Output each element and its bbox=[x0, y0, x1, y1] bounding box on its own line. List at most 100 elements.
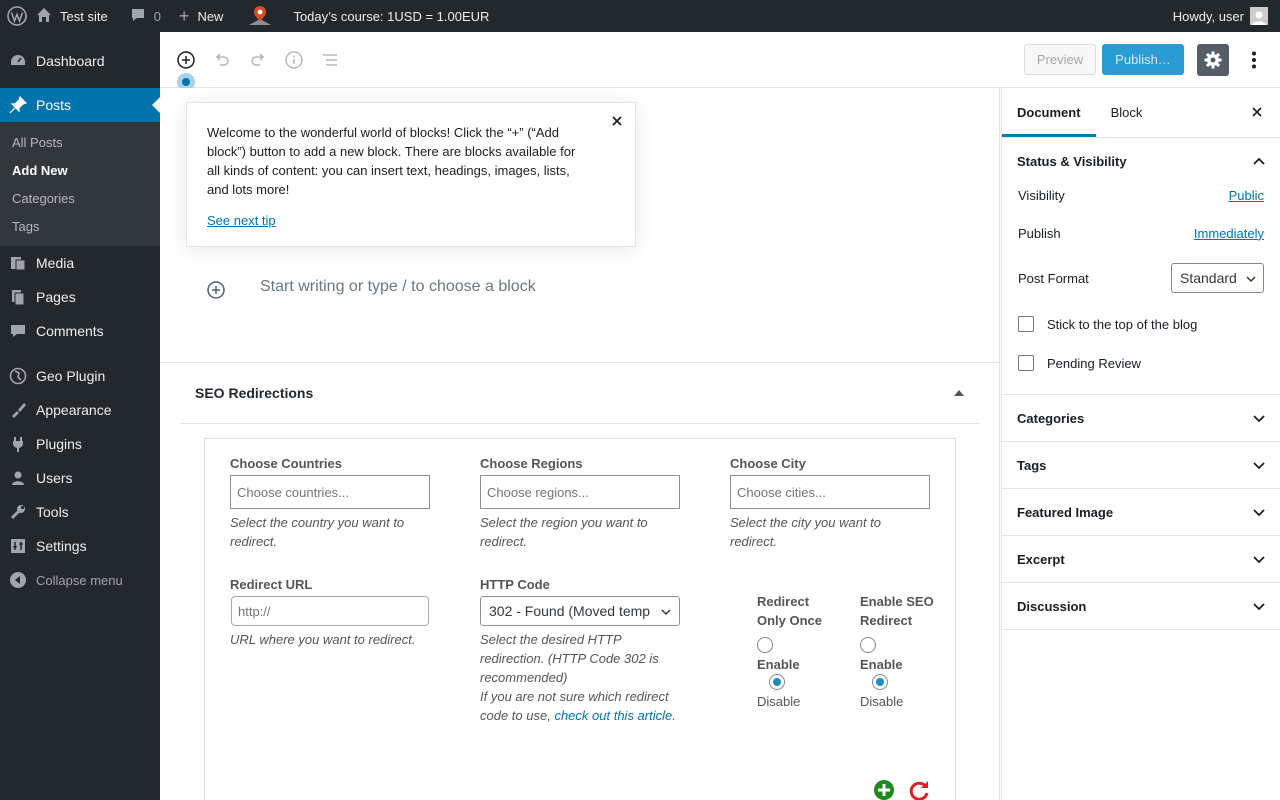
collapse-triangle-icon[interactable] bbox=[954, 390, 964, 396]
sidebar-label-settings: Settings bbox=[36, 538, 87, 554]
publish-row: Publish Immediately bbox=[1002, 214, 1280, 252]
sidebar-item-posts[interactable]: Posts bbox=[0, 88, 160, 122]
city-input[interactable]: Choose cities... bbox=[730, 475, 930, 509]
redirect-once-disable-label: Disable bbox=[757, 694, 801, 709]
regions-field: Choose Regions Choose regions... Select … bbox=[480, 455, 680, 551]
geo-plugin-icon bbox=[9, 367, 27, 385]
sidebar-label-users: Users bbox=[36, 470, 73, 486]
my-account-link[interactable]: Howdy, user bbox=[1173, 0, 1268, 32]
categories-header[interactable]: Categories bbox=[1002, 395, 1280, 441]
featured-image-title: Featured Image bbox=[1017, 504, 1114, 520]
chevron-down-icon bbox=[1252, 552, 1266, 569]
http-code-label: HTTP Code bbox=[480, 577, 550, 592]
discussion-header[interactable]: Discussion bbox=[1002, 583, 1280, 629]
visibility-value-link[interactable]: Public bbox=[1229, 188, 1264, 203]
stick-top-label[interactable]: Stick to the top of the blog bbox=[1047, 317, 1197, 332]
featured-image-header[interactable]: Featured Image bbox=[1002, 489, 1280, 535]
add-block-button[interactable] bbox=[174, 48, 198, 72]
appearance-icon bbox=[9, 401, 27, 419]
sidebar-item-plugins[interactable]: Plugins bbox=[0, 427, 160, 461]
sidebar-label-geo-plugin: Geo Plugin bbox=[36, 368, 106, 384]
sidebar-item-geo-plugin[interactable]: Geo Plugin bbox=[0, 359, 160, 393]
redirect-once-enable-radio[interactable] bbox=[757, 637, 773, 653]
post-format-label: Post Format bbox=[1018, 270, 1089, 286]
check-article-link[interactable]: check out this article bbox=[554, 708, 672, 723]
plus-circle-icon bbox=[207, 281, 225, 299]
editor-toolbar: Preview Publish… bbox=[160, 32, 1280, 91]
close-sidebar-button[interactable] bbox=[1250, 105, 1266, 121]
more-tools-button[interactable] bbox=[1242, 48, 1266, 72]
sidebar-item-settings[interactable]: Settings bbox=[0, 529, 160, 563]
sidebar-item-appearance[interactable]: Appearance bbox=[0, 393, 160, 427]
content-info-button[interactable] bbox=[282, 48, 306, 72]
submenu-categories[interactable]: Categories bbox=[0, 184, 160, 212]
sidebar-item-media[interactable]: Media bbox=[0, 246, 160, 280]
wordpress-logo-icon[interactable] bbox=[0, 0, 34, 32]
site-name-link[interactable]: Test site bbox=[36, 0, 108, 32]
add-redirect-icon[interactable] bbox=[873, 779, 895, 800]
sidebar-item-comments[interactable]: Comments bbox=[0, 314, 160, 348]
collapse-arrow-icon bbox=[9, 571, 27, 589]
geo-plugin-adminbar-icon[interactable] bbox=[247, 0, 273, 32]
visibility-label: Visibility bbox=[1018, 187, 1065, 203]
chevron-up-icon bbox=[1252, 154, 1266, 171]
sidebar-label-tools: Tools bbox=[36, 504, 69, 520]
settings-toggle-button[interactable] bbox=[1197, 44, 1229, 76]
settings-icon bbox=[9, 537, 27, 555]
collapse-menu-button[interactable]: Collapse menu bbox=[0, 563, 160, 597]
seo-redirections-header[interactable]: SEO Redirections bbox=[180, 363, 980, 424]
countries-input[interactable]: Choose countries... bbox=[230, 475, 430, 509]
sidebar-label-media: Media bbox=[36, 255, 75, 271]
pending-review-label[interactable]: Pending Review bbox=[1047, 356, 1141, 371]
reset-redirect-icon[interactable] bbox=[907, 779, 931, 800]
seo-redirect-disable-radio[interactable] bbox=[872, 674, 888, 690]
tags-header[interactable]: Tags bbox=[1002, 442, 1280, 488]
publish-date-link[interactable]: Immediately bbox=[1194, 226, 1264, 241]
chevron-down-icon bbox=[1252, 599, 1266, 616]
media-icon bbox=[9, 254, 27, 272]
sidebar-item-dashboard[interactable]: Dashboard bbox=[0, 44, 160, 78]
http-code-select[interactable]: 302 - Found (Moved temp bbox=[480, 596, 680, 626]
excerpt-title: Excerpt bbox=[1017, 551, 1065, 567]
undo-button[interactable] bbox=[210, 48, 234, 72]
city-description: Select the city you want to redirect. bbox=[730, 515, 882, 549]
submenu-add-new[interactable]: Add New bbox=[0, 156, 160, 184]
see-next-tip-link[interactable]: See next tip bbox=[207, 211, 276, 230]
sidebar-item-tools[interactable]: Tools bbox=[0, 495, 160, 529]
comment-bubble-icon bbox=[130, 7, 146, 26]
close-icon bbox=[1252, 107, 1262, 117]
sidebar-item-users[interactable]: Users bbox=[0, 461, 160, 495]
regions-input[interactable]: Choose regions... bbox=[480, 475, 680, 509]
submenu-tags[interactable]: Tags bbox=[0, 212, 160, 240]
post-format-select[interactable]: Standard bbox=[1171, 263, 1264, 293]
seo-redirect-group: Enable SEO Redirect Enable Disable bbox=[860, 592, 940, 711]
http-code-desc-end: . bbox=[672, 708, 676, 723]
tab-document[interactable]: Document bbox=[1002, 88, 1096, 137]
excerpt-header[interactable]: Excerpt bbox=[1002, 536, 1280, 582]
tab-block[interactable]: Block bbox=[1096, 88, 1158, 137]
stick-top-checkbox[interactable] bbox=[1018, 316, 1034, 332]
seo-redirect-disable-label: Disable bbox=[860, 694, 904, 709]
submenu-all-posts[interactable]: All Posts bbox=[0, 128, 160, 156]
redo-button[interactable] bbox=[246, 48, 270, 72]
redirect-once-disable-radio[interactable] bbox=[769, 674, 785, 690]
block-inserter-button[interactable] bbox=[206, 280, 226, 300]
redirect-url-input[interactable]: http:// bbox=[231, 596, 429, 626]
tools-icon bbox=[9, 503, 27, 521]
seo-redirect-enable-radio[interactable] bbox=[860, 637, 876, 653]
redirect-once-enable-label: Enable bbox=[757, 657, 800, 672]
tip-close-button[interactable] bbox=[609, 113, 625, 129]
publish-button[interactable]: Publish… bbox=[1102, 44, 1184, 75]
block-placeholder[interactable]: Start writing or type / to choose a bloc… bbox=[260, 278, 536, 296]
dashboard-icon bbox=[9, 52, 27, 70]
http-code-desc-1: Select the desired HTTP redirection. (HT… bbox=[480, 632, 659, 685]
new-content-link[interactable]: + New bbox=[179, 0, 224, 32]
settings-sidebar: Document Block Status & Visibility Visib… bbox=[1001, 88, 1280, 800]
sidebar-item-pages[interactable]: Pages bbox=[0, 280, 160, 314]
block-navigation-button[interactable] bbox=[318, 48, 342, 72]
new-label: New bbox=[197, 8, 224, 24]
visibility-row: Visibility Public bbox=[1002, 176, 1280, 214]
comments-link[interactable]: 0 bbox=[130, 0, 161, 32]
preview-button[interactable]: Preview bbox=[1024, 44, 1096, 75]
pending-review-checkbox[interactable] bbox=[1018, 355, 1034, 371]
